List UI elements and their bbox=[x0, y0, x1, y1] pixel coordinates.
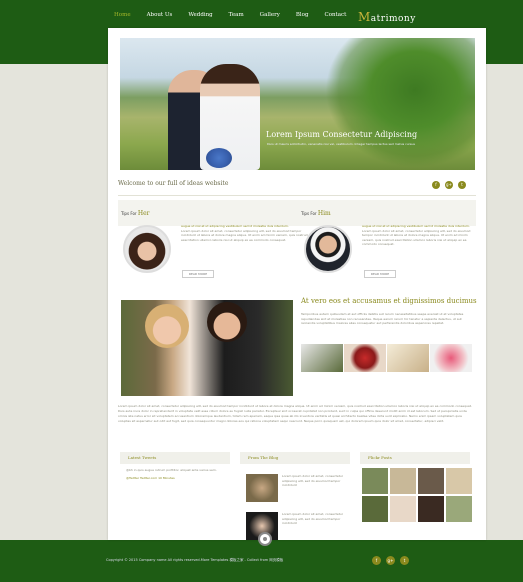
facebook-icon[interactable]: f bbox=[372, 556, 381, 565]
flickr-image[interactable] bbox=[418, 496, 444, 522]
tips-band bbox=[118, 200, 476, 226]
hero-couple-image bbox=[168, 52, 263, 170]
blog-post[interactable]: Lorem ipsum dolor sit amet, consectetur … bbox=[246, 474, 344, 502]
tips-him-title: Tips For Him bbox=[301, 210, 331, 217]
thumb-image[interactable] bbox=[301, 344, 343, 372]
flickr-image[interactable] bbox=[390, 496, 416, 522]
nav-home[interactable]: Home bbox=[114, 12, 131, 18]
read-more-her-button[interactable]: READ MORE bbox=[182, 270, 214, 278]
hero-subtitle: Duis ut mauris sollicitudin, venenatis n… bbox=[267, 142, 415, 146]
nav-wedding[interactable]: Wedding bbox=[188, 12, 212, 18]
tips-her-text: augue ut nisl et ut adipiscing vestibulu… bbox=[181, 224, 308, 242]
nav-blog[interactable]: Blog bbox=[296, 12, 309, 18]
nav-contact[interactable]: Contact bbox=[325, 12, 347, 18]
tweet-text: @bh in quis augue rutrum porttitor. aliq… bbox=[126, 468, 217, 472]
body-paragraph: Lorem ipsum dolor sit amet, consectetur … bbox=[118, 404, 472, 423]
feature-thumbnails bbox=[301, 344, 472, 372]
latest-tweets: Latest Tweets @bh in quis augue rutrum p… bbox=[120, 452, 230, 484]
divider bbox=[118, 195, 476, 196]
flickr-image[interactable] bbox=[362, 496, 388, 522]
hero-caption: Lorem Ipsum Consectetur Adipiscing Duis … bbox=[266, 130, 418, 162]
facebook-icon[interactable]: f bbox=[432, 181, 440, 189]
blog-post-image bbox=[246, 474, 278, 502]
thumb-image[interactable] bbox=[387, 344, 429, 372]
tips-her-title: Tips For Her bbox=[121, 210, 150, 217]
flickr-image[interactable] bbox=[362, 468, 388, 494]
flickr-image[interactable] bbox=[418, 468, 444, 494]
google-plus-icon[interactable]: g+ bbox=[445, 181, 453, 189]
google-plus-icon[interactable]: g+ bbox=[386, 556, 395, 565]
flickr-image[interactable] bbox=[390, 468, 416, 494]
bride-avatar bbox=[123, 225, 171, 273]
read-more-him-button[interactable]: READ MORE bbox=[364, 270, 396, 278]
thumb-image[interactable] bbox=[344, 344, 386, 372]
blog-title: From The Blog bbox=[240, 452, 350, 464]
flickr-title: Flickr Posts bbox=[360, 452, 470, 464]
from-the-blog: From The Blog Lorem ipsum dolor sit amet… bbox=[240, 452, 350, 550]
feature-title: At vero eos et accusamus et dignissimos … bbox=[301, 297, 477, 305]
tweets-title: Latest Tweets bbox=[120, 452, 230, 464]
feature-text: Temporibus autem quibusdam et aut offici… bbox=[301, 312, 464, 326]
nav-gallery[interactable]: Gallery bbox=[260, 12, 280, 18]
twitter-icon[interactable]: t bbox=[400, 556, 409, 565]
hero-title: Lorem Ipsum Consectetur Adipiscing bbox=[266, 130, 418, 139]
thumb-image[interactable] bbox=[430, 344, 472, 372]
nav-about[interactable]: About Us bbox=[147, 12, 173, 18]
scroll-to-top-button[interactable] bbox=[258, 532, 272, 546]
main-nav: Home About Us Wedding Team Gallery Blog … bbox=[114, 12, 362, 18]
groom-avatar bbox=[304, 225, 352, 273]
flickr-posts: Flickr Posts bbox=[360, 452, 472, 522]
nav-team[interactable]: Team bbox=[229, 12, 244, 18]
wedding-photo bbox=[121, 300, 293, 396]
tips-him-text: augue ut nisl et ut adipiscing vestibulu… bbox=[362, 224, 471, 247]
welcome-heading: Welcome to our full of ideas website bbox=[118, 180, 229, 187]
flickr-image[interactable] bbox=[446, 468, 472, 494]
twitter-icon[interactable]: t bbox=[458, 181, 466, 189]
flickr-image[interactable] bbox=[446, 496, 472, 522]
copyright-text: Copyright © 2015 Company name All rights… bbox=[106, 558, 284, 562]
site-logo[interactable]: Matrimony bbox=[358, 10, 416, 24]
tweet-link[interactable]: @Twitter Twitter.com 10 Minutes bbox=[126, 476, 224, 481]
flickr-grid bbox=[360, 464, 472, 522]
